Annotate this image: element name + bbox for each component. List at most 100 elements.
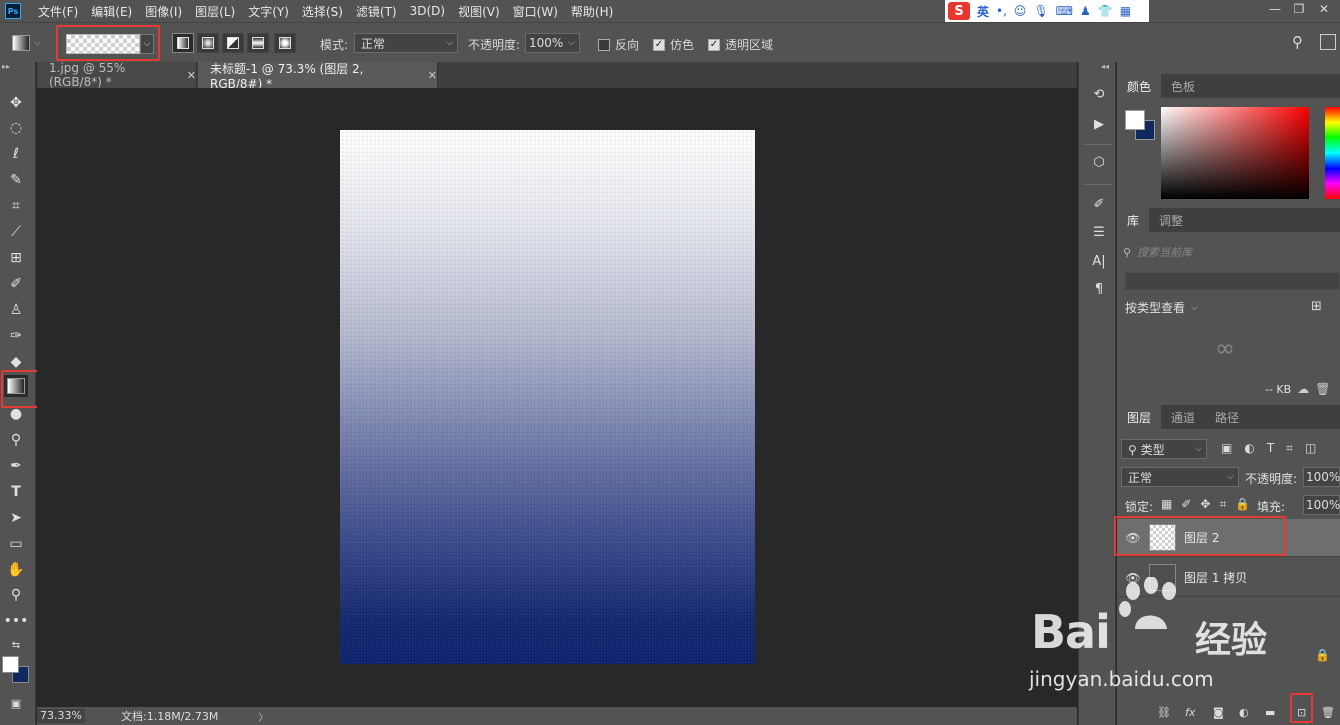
restore-icon[interactable]: ❐ <box>1286 0 1312 18</box>
mode-select[interactable]: 正常 ⌵ <box>354 33 458 53</box>
menu-filter[interactable]: 滤镜(T) <box>356 3 397 20</box>
keyboard-icon[interactable]: ⌨ <box>1056 4 1073 18</box>
workspace-icon[interactable] <box>1320 34 1336 50</box>
lock-all-icon[interactable]: 🔒 <box>1235 497 1250 512</box>
color-picker-field[interactable] <box>1161 107 1309 199</box>
tab-adjustments[interactable]: 调整 <box>1149 208 1193 232</box>
history-brush-tool-icon[interactable]: ✑ <box>4 325 28 347</box>
paragraph-panel-icon[interactable]: ¶ <box>1088 279 1110 299</box>
image-filter-icon[interactable]: ▣ <box>1221 441 1232 456</box>
type-filter-icon[interactable]: T <box>1267 441 1274 456</box>
tab-document-2[interactable]: 未标题-1 @ 73.3% (图层 2, RGB/8#) * ✕ <box>198 62 438 91</box>
healing-brush-tool-icon[interactable]: ⊞ <box>4 247 28 269</box>
library-search[interactable]: ⚲ 搜索当前库 <box>1123 242 1340 262</box>
skin-icon[interactable]: 👕 <box>1098 4 1113 18</box>
toolbox-icon[interactable]: ▦ <box>1120 4 1131 18</box>
blend-mode-select[interactable]: 正常 ⌵ <box>1121 467 1239 487</box>
layer-style-icon[interactable]: fx <box>1185 706 1195 719</box>
type-tool-icon[interactable]: T <box>4 481 28 503</box>
lock-artboard-icon[interactable]: ⌗ <box>1219 497 1226 512</box>
properties-panel-icon[interactable]: ☰ <box>1088 222 1110 242</box>
lasso-tool-icon[interactable]: ℓ <box>4 143 28 165</box>
history-panel-icon[interactable]: ⟲ <box>1088 84 1110 104</box>
dodge-tool-icon[interactable]: ⚲ <box>4 429 28 451</box>
library-select[interactable] <box>1125 272 1340 290</box>
layer-opacity-field[interactable]: 100% <box>1303 467 1340 487</box>
trash-icon[interactable]: 🗑 <box>1321 706 1335 719</box>
stamp-tool-icon[interactable]: ♙ <box>4 299 28 321</box>
layer-filter-select[interactable]: ⚲ 类型 ⌵ <box>1121 439 1207 459</box>
smart-object-filter-icon[interactable]: ◫ <box>1305 441 1316 456</box>
angle-gradient-button[interactable] <box>222 33 244 53</box>
hand-tool-icon[interactable]: ✋ <box>4 559 28 581</box>
tab-color[interactable]: 颜色 <box>1117 74 1162 98</box>
menu-select[interactable]: 选择(S) <box>302 3 343 20</box>
search-icon[interactable]: ⚲ <box>1292 33 1303 51</box>
pen-tool-icon[interactable]: ✒ <box>4 455 28 477</box>
add-mask-icon[interactable]: ◙ <box>1213 706 1224 719</box>
menu-window[interactable]: 窗口(W) <box>513 3 558 20</box>
linear-gradient-button[interactable] <box>172 33 194 53</box>
link-layers-icon[interactable]: ⛓ <box>1157 706 1171 719</box>
zoom-tool-icon[interactable]: ⚲ <box>4 584 28 606</box>
close-icon[interactable]: ✕ <box>1311 0 1337 18</box>
shape-filter-icon[interactable]: ⌗ <box>1286 441 1293 456</box>
dither-checkbox[interactable]: ✓ 仿色 <box>653 36 694 53</box>
fill-field[interactable]: 100% <box>1303 495 1340 515</box>
collapse-icon[interactable]: ◂◂ <box>1101 62 1109 71</box>
cloud-icon[interactable]: ☁ <box>1297 382 1309 396</box>
gradient-swatch[interactable] <box>66 34 140 54</box>
user-icon[interactable]: ♟ <box>1080 4 1091 18</box>
menu-help[interactable]: 帮助(H) <box>571 3 613 20</box>
quick-mask-icon[interactable]: ▣ <box>4 692 28 714</box>
grid-view-icon[interactable]: ⊞ <box>1311 299 1322 314</box>
lock-transparency-icon[interactable]: ▦ <box>1161 497 1172 512</box>
reverse-checkbox[interactable]: 反向 <box>598 36 639 53</box>
transparency-checkbox[interactable]: ✓ 透明区域 <box>708 36 773 53</box>
swap-colors-icon[interactable]: ⇆ <box>4 634 28 656</box>
foreground-color-swatch[interactable] <box>1125 110 1145 130</box>
document-canvas[interactable] <box>340 130 755 664</box>
eyedropper-tool-icon[interactable]: ⟋ <box>4 221 28 243</box>
lock-paint-icon[interactable]: ✐ <box>1181 497 1191 512</box>
path-select-tool-icon[interactable]: ➤ <box>4 507 28 529</box>
tool-preset-picker[interactable]: ⌵ <box>12 33 52 53</box>
new-group-icon[interactable]: ▬ <box>1265 706 1275 719</box>
marquee-tool-icon[interactable]: ◌ <box>4 117 28 139</box>
menu-view[interactable]: 视图(V) <box>458 3 500 20</box>
menu-file[interactable]: 文件(F) <box>38 3 78 20</box>
eye-icon[interactable]: 👁 <box>1125 571 1141 585</box>
close-icon[interactable]: ✕ <box>428 69 437 82</box>
move-tool-icon[interactable]: ✥ <box>4 92 28 114</box>
brush-tool-icon[interactable]: ✐ <box>4 273 28 295</box>
tab-swatches[interactable]: 色板 <box>1161 74 1205 98</box>
tab-paths[interactable]: 路径 <box>1205 405 1249 429</box>
view-by-type-dropdown[interactable]: 按类型查看 ⌵ <box>1125 299 1198 316</box>
microphone-icon[interactable]: 🎙 <box>1033 4 1048 18</box>
foreground-color-swatch[interactable] <box>2 656 19 673</box>
gradient-dropdown-button[interactable]: ⌵ <box>140 34 154 54</box>
tab-layers[interactable]: 图层 <box>1117 405 1162 429</box>
blur-tool-icon[interactable]: ● <box>4 403 28 425</box>
emoji-icon[interactable]: ☺ <box>1014 4 1027 18</box>
collapse-icon[interactable]: ▸▸ <box>2 62 10 71</box>
menu-3d[interactable]: 3D(D) <box>410 4 445 18</box>
rectangle-tool-icon[interactable]: ▭ <box>4 533 28 555</box>
canvas-workspace[interactable] <box>37 88 1077 707</box>
radial-gradient-button[interactable] <box>197 33 219 53</box>
tab-library[interactable]: 库 <box>1117 208 1150 232</box>
hue-slider[interactable] <box>1325 107 1340 199</box>
tab-channels[interactable]: 通道 <box>1161 405 1205 429</box>
sogou-logo-icon[interactable]: S <box>948 2 970 20</box>
minimize-icon[interactable]: — <box>1262 0 1288 18</box>
layer-row-1-copy[interactable]: 👁 图层 1 拷贝 <box>1117 559 1340 597</box>
3d-panel-icon[interactable]: ⬡ <box>1088 152 1110 172</box>
more-tools-icon[interactable]: ••• <box>4 610 29 632</box>
trash-icon[interactable]: 🗑 <box>1315 382 1330 396</box>
actions-panel-icon[interactable]: ▶ <box>1088 114 1110 134</box>
menu-type[interactable]: 文字(Y) <box>248 3 289 20</box>
ime-language[interactable]: 英 <box>977 3 989 20</box>
opacity-field[interactable]: 100% ⌵ <box>525 33 580 53</box>
tab-document-1[interactable]: 1.jpg @ 55%(RGB/8*) * ✕ <box>37 61 197 89</box>
brushes-panel-icon[interactable]: ✐ <box>1088 194 1110 214</box>
